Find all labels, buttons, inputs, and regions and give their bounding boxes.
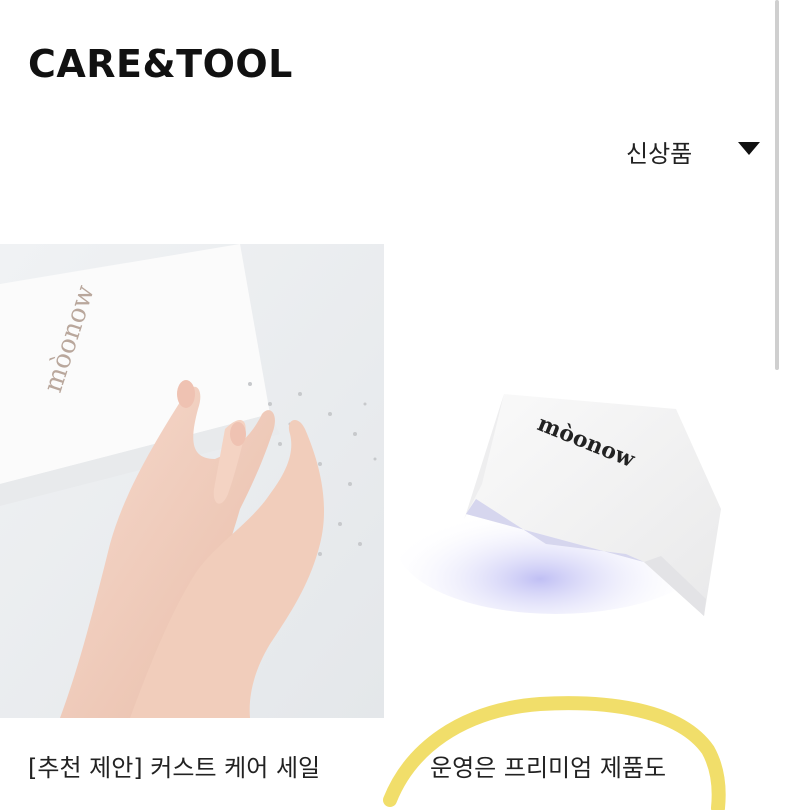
product-image-nail-lamp[interactable]: mòonow [386, 244, 772, 718]
product-card[interactable]: mòonow 운영은 프리미엄 제품도 [386, 244, 772, 786]
product-title[interactable]: [추천 제안] 커스트 케어 세일 [28, 748, 320, 783]
product-card[interactable]: mòonow [추천 제안] 커스트 케어 세일 [0, 244, 384, 786]
triangle-down-icon [738, 142, 760, 155]
scrollbar[interactable] [775, 0, 779, 370]
product-title[interactable]: 운영은 프리미엄 제품도 [430, 748, 666, 783]
sort-dropdown-value: 신상품 [626, 140, 693, 168]
sort-dropdown[interactable]: 신상품 [600, 126, 770, 170]
product-image-hands[interactable]: mòonow [0, 244, 384, 718]
page-title: CARE&TOOL [28, 42, 293, 86]
